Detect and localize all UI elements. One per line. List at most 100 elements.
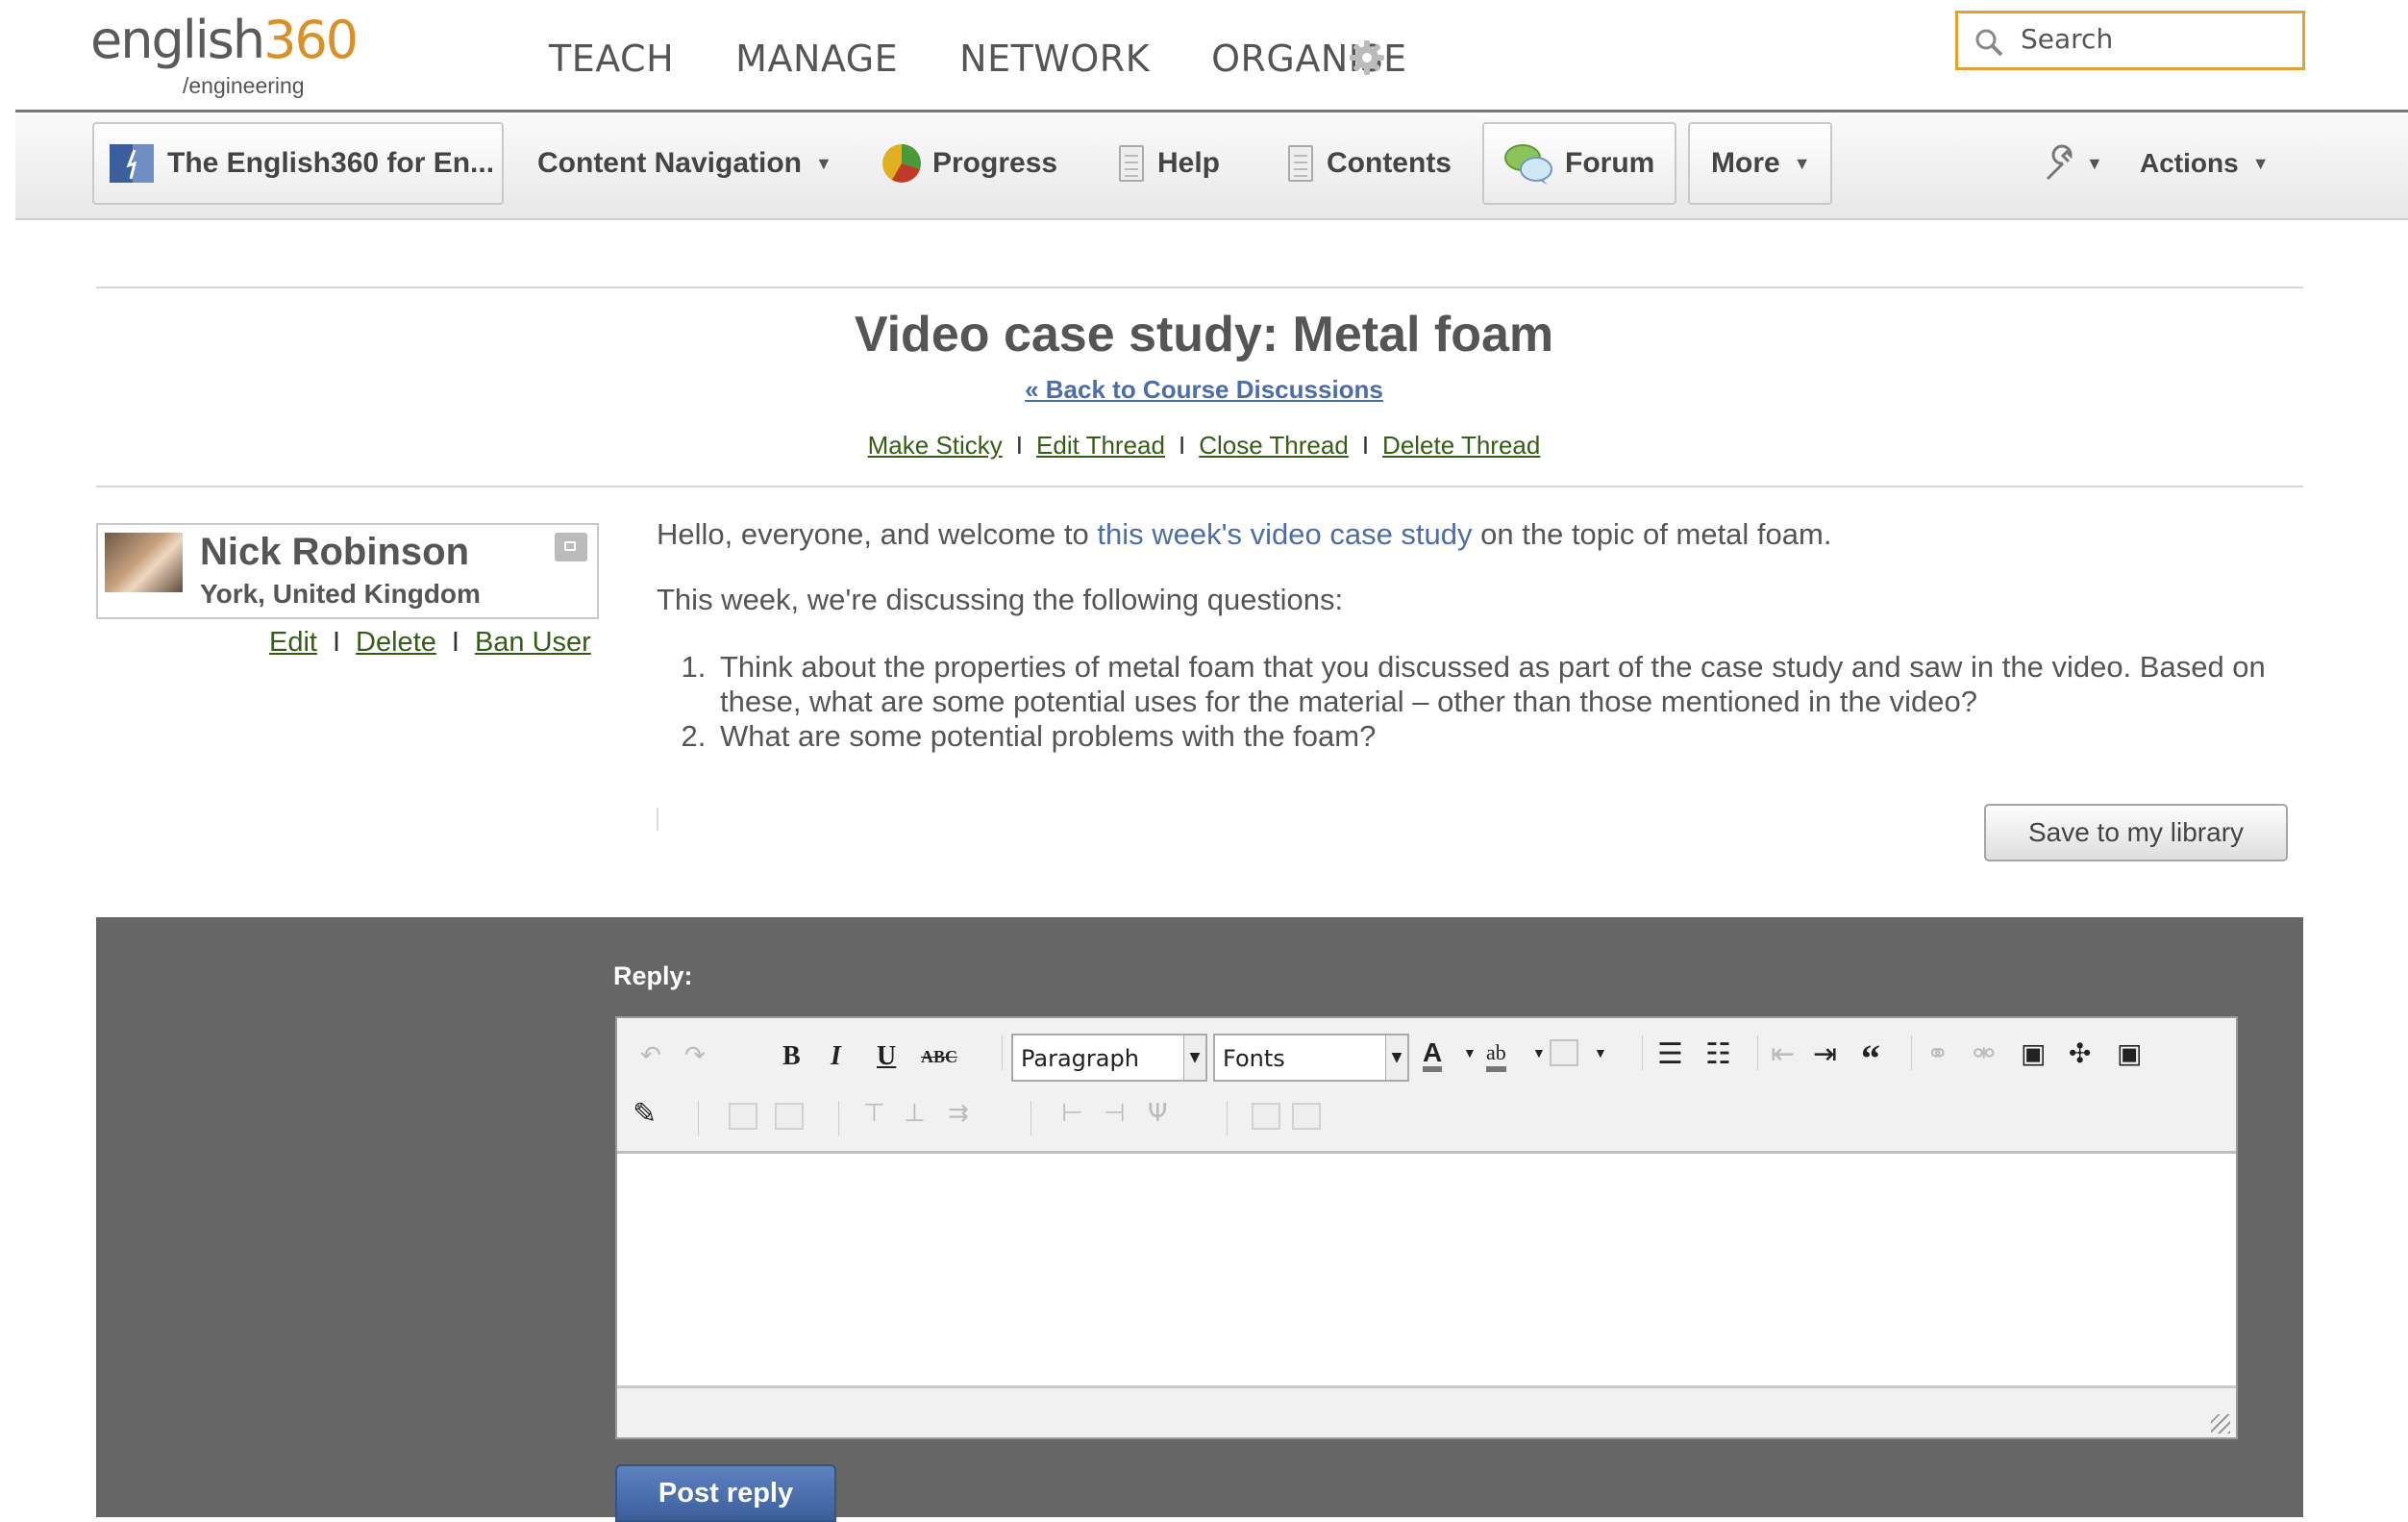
italic-icon[interactable]: I (831, 1041, 841, 1072)
strikethrough-icon[interactable]: ABC (921, 1047, 957, 1067)
chevron-down-icon: ▼ (1385, 1035, 1407, 1080)
progress-button[interactable]: Progress (881, 122, 1057, 205)
table-icon[interactable] (1550, 1039, 1578, 1066)
table-row-icon[interactable] (729, 1103, 757, 1130)
outdent-icon[interactable]: ⇤ (1771, 1037, 1795, 1071)
undo-icon[interactable]: ↶ (640, 1041, 661, 1070)
topnav-manage[interactable]: MANAGE (735, 37, 898, 80)
wrench-icon (2046, 144, 2073, 181)
text-color-icon[interactable]: A (1423, 1039, 1443, 1072)
course-title-button[interactable]: The English360 for En... (92, 122, 504, 205)
video-case-study-link[interactable]: this week's video case study (1097, 517, 1472, 551)
insert-col-after-icon[interactable]: ⊣ (1104, 1099, 1126, 1128)
post-intro-text-end: on the topic of metal foam. (1472, 517, 1832, 551)
make-sticky-link[interactable]: Make Sticky (868, 431, 1003, 460)
tools-menu[interactable]: ▼ (2042, 122, 2103, 205)
separator: I (1178, 431, 1186, 460)
question-list: Think about the properties of metal foam… (657, 650, 2329, 753)
delete-thread-link[interactable]: Delete Thread (1382, 431, 1540, 460)
highlight-color-icon[interactable]: ab (1486, 1039, 1506, 1072)
toolbar-separator (838, 1101, 839, 1135)
format-select-value: Paragraph (1021, 1045, 1139, 1072)
bullet-list-icon[interactable]: ☰ (1657, 1037, 1683, 1071)
avatar[interactable] (105, 533, 183, 592)
chevron-down-icon: ▼ (2251, 153, 2270, 173)
logo-subtitle: /engineering (183, 73, 305, 98)
site-logo[interactable]: english360 /engineering (90, 4, 359, 104)
topnav-teach[interactable]: TEACH (549, 37, 674, 80)
insert-embed-icon[interactable]: ▣ (2117, 1037, 2142, 1069)
post-intro: Hello, everyone, and welcome to this wee… (657, 517, 2329, 552)
delete-col-icon[interactable]: Ψ (1148, 1099, 1167, 1128)
author-card: Nick Robinson York, United Kingdom (96, 523, 599, 619)
save-to-library-button[interactable]: Save to my library (1984, 804, 2288, 861)
indent-icon[interactable]: ⇥ (1813, 1037, 1837, 1071)
insert-row-after-icon[interactable]: ⊥ (904, 1099, 926, 1128)
document-icon (1119, 145, 1144, 182)
merge-cells-icon[interactable] (1252, 1103, 1280, 1130)
unlink-icon[interactable]: ⚮ (1973, 1037, 1995, 1069)
toolbar-separator (1227, 1101, 1228, 1135)
delete-row-icon[interactable]: ⇉ (948, 1099, 969, 1128)
back-to-discussions-link[interactable]: « Back to Course Discussions (0, 375, 2408, 405)
author-name[interactable]: Nick Robinson (200, 531, 469, 574)
course-title: The English360 for En... (167, 147, 495, 179)
more-label: More (1711, 147, 1780, 179)
chevron-down-icon[interactable]: ▼ (1594, 1047, 1607, 1062)
help-label: Help (1157, 147, 1221, 179)
redo-icon[interactable]: ↷ (684, 1041, 706, 1070)
forum-button[interactable]: Forum (1482, 122, 1676, 205)
edit-post-link[interactable]: Edit (269, 627, 317, 658)
delete-post-link[interactable]: Delete (356, 627, 436, 658)
table-col-icon[interactable] (775, 1103, 804, 1130)
insert-row-before-icon[interactable]: ⊤ (863, 1099, 885, 1128)
font-select-value: Fonts (1223, 1045, 1285, 1072)
top-navigation: TEACH MANAGE NETWORK ORGANISE (549, 33, 1469, 85)
underline-icon[interactable]: U (877, 1041, 896, 1072)
search-placeholder: Search (2021, 23, 2114, 55)
content-navigation-label: Content Navigation (537, 147, 802, 179)
blockquote-icon[interactable]: “ (1861, 1035, 1880, 1081)
bold-icon[interactable]: B (782, 1041, 801, 1072)
actions-menu[interactable]: Actions ▼ (2140, 122, 2270, 205)
message-icon[interactable] (555, 533, 587, 561)
insert-image-icon[interactable]: ▣ (2021, 1037, 2046, 1069)
thread-title: Video case study: Metal foam (854, 307, 1554, 362)
gear-icon[interactable] (1348, 38, 1386, 77)
format-select[interactable]: Paragraph ▼ (1011, 1034, 1207, 1082)
edit-html-icon[interactable]: ✎ (633, 1097, 657, 1131)
ban-user-link[interactable]: Ban User (475, 627, 591, 658)
search-field[interactable]: Search (1955, 11, 2305, 70)
toolbar-separator (1642, 1035, 1643, 1070)
editor-statusbar (617, 1385, 2236, 1437)
thread-actions: Make Sticky I Edit Thread I Close Thread I Del… (0, 431, 2408, 461)
contents-label: Contents (1327, 147, 1452, 179)
close-thread-link[interactable]: Close Thread (1199, 431, 1349, 460)
numbered-list-icon[interactable]: ☷ (1705, 1037, 1731, 1071)
actions-label: Actions (2140, 148, 2239, 178)
link-icon[interactable]: ⚭ (1926, 1037, 1949, 1069)
contents-button[interactable]: Contents (1288, 122, 1452, 205)
help-button[interactable]: Help (1119, 122, 1220, 205)
reply-textarea[interactable] (617, 1154, 2236, 1385)
list-item: What are some potential problems with th… (714, 719, 2329, 754)
content-navigation-menu[interactable]: Content Navigation ▼ (537, 122, 832, 205)
topnav-network[interactable]: NETWORK (959, 37, 1150, 80)
toolbar-separator (698, 1101, 699, 1135)
chevron-down-icon[interactable]: ▼ (1532, 1047, 1546, 1062)
edit-thread-link[interactable]: Edit Thread (1036, 431, 1165, 460)
insert-media-icon[interactable]: ✣ (2069, 1037, 2091, 1069)
post-reply-button[interactable]: Post reply (615, 1464, 836, 1522)
separator: I (332, 627, 341, 658)
more-menu[interactable]: More ▼ (1688, 122, 1832, 205)
split-cells-icon[interactable] (1292, 1103, 1321, 1130)
font-select[interactable]: Fonts ▼ (1213, 1034, 1409, 1082)
chevron-down-icon[interactable]: ▼ (1463, 1047, 1477, 1062)
resize-handle-icon[interactable] (2211, 1414, 2230, 1434)
separator: I (1015, 431, 1024, 460)
forum-label: Forum (1565, 147, 1655, 179)
chevron-down-icon: ▼ (2086, 153, 2103, 173)
insert-col-before-icon[interactable]: ⊢ (1061, 1099, 1083, 1128)
reply-label: Reply: (613, 961, 693, 990)
toolbar-separator (1002, 1035, 1003, 1070)
